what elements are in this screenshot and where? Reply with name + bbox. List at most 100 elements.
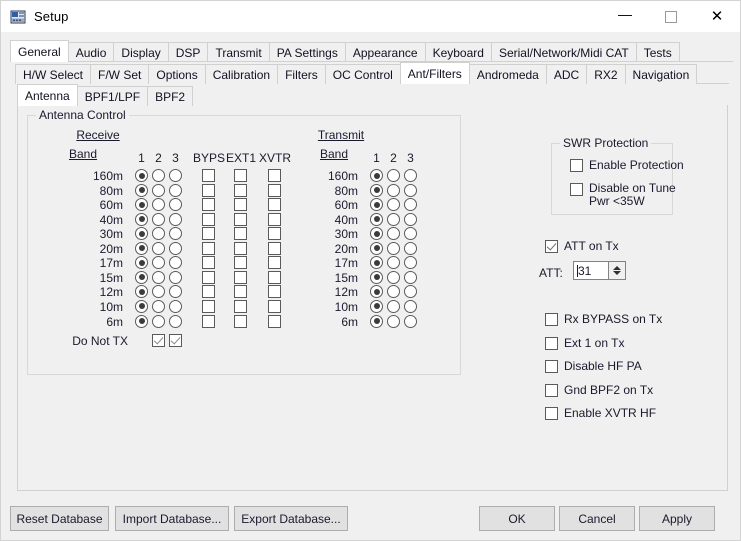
transmit-antenna-radio[interactable] [404, 285, 417, 299]
receive-byps-checkbox[interactable] [202, 299, 215, 313]
receive-antenna-radio[interactable] [169, 299, 182, 313]
receive-byps-checkbox[interactable] [202, 198, 215, 212]
receive-ext1-checkbox[interactable] [234, 183, 247, 197]
tab-oc-control[interactable]: OC Control [324, 64, 401, 84]
transmit-antenna-radio[interactable] [404, 241, 417, 255]
transmit-antenna-radio[interactable] [404, 299, 417, 313]
transmit-antenna-radio[interactable] [370, 314, 383, 328]
receive-byps-checkbox[interactable] [202, 227, 215, 241]
tab-calibration[interactable]: Calibration [204, 64, 279, 84]
receive-ext1-checkbox[interactable] [234, 227, 247, 241]
receive-antenna-radio[interactable] [135, 256, 148, 270]
receive-antenna-radio[interactable] [169, 212, 182, 226]
receive-antenna-radio[interactable] [135, 314, 148, 328]
receive-antenna-radio[interactable] [169, 183, 182, 197]
tab-appearance[interactable]: Appearance [344, 42, 426, 62]
transmit-antenna-radio[interactable] [404, 212, 417, 226]
receive-ext1-checkbox[interactable] [234, 198, 247, 212]
transmit-antenna-radio[interactable] [404, 256, 417, 270]
tab-general[interactable]: General [10, 40, 69, 62]
att-on-tx-checkbox[interactable]: ATT on Tx [545, 239, 619, 253]
tab-filters[interactable]: Filters [277, 64, 326, 84]
minimize-button[interactable]: — [602, 1, 648, 32]
receive-byps-checkbox[interactable] [202, 314, 215, 328]
tab-serial-network-midi-cat[interactable]: Serial/Network/Midi CAT [490, 42, 637, 62]
transmit-antenna-radio[interactable] [387, 198, 400, 212]
tab-rx2[interactable]: RX2 [586, 64, 626, 84]
tab-pa-settings[interactable]: PA Settings [268, 42, 346, 62]
close-button[interactable]: ✕ [694, 1, 740, 32]
receive-byps-checkbox[interactable] [202, 212, 215, 226]
disable-on-tune-checkbox[interactable]: Disable on Tune Pwr <35W [570, 182, 676, 208]
receive-antenna-radio[interactable] [169, 256, 182, 270]
transmit-antenna-radio[interactable] [370, 299, 383, 313]
receive-antenna-radio[interactable] [152, 299, 165, 313]
tab-andromeda[interactable]: Andromeda [468, 64, 547, 84]
receive-antenna-radio[interactable] [135, 227, 148, 241]
receive-ext1-checkbox[interactable] [234, 241, 247, 255]
transmit-antenna-radio[interactable] [370, 198, 383, 212]
export-database-button[interactable]: Export Database... [234, 506, 348, 531]
att-spinner[interactable] [609, 261, 626, 280]
receive-xvtr-checkbox[interactable] [268, 299, 281, 313]
tab-transmit[interactable]: Transmit [207, 42, 270, 62]
tab-dsp[interactable]: DSP [167, 42, 209, 62]
receive-xvtr-checkbox[interactable] [268, 227, 281, 241]
receive-antenna-radio[interactable] [169, 314, 182, 328]
receive-antenna-radio[interactable] [152, 256, 165, 270]
receive-xvtr-checkbox[interactable] [268, 256, 281, 270]
receive-antenna-radio[interactable] [152, 285, 165, 299]
receive-ext1-checkbox[interactable] [234, 212, 247, 226]
tab-f-w-set[interactable]: F/W Set [90, 64, 150, 84]
tx-option-checkbox[interactable]: Enable XVTR HF [545, 406, 656, 421]
tx-option-checkbox[interactable]: Rx BYPASS on Tx [545, 312, 662, 326]
att-input[interactable]: 31 [573, 261, 609, 280]
receive-ext1-checkbox[interactable] [234, 314, 247, 328]
transmit-antenna-radio[interactable] [404, 270, 417, 284]
tab-options[interactable]: Options [148, 64, 206, 84]
receive-xvtr-checkbox[interactable] [268, 169, 281, 182]
receive-antenna-radio[interactable] [169, 285, 182, 299]
receive-ext1-checkbox[interactable] [234, 299, 247, 313]
tab-display[interactable]: Display [113, 42, 169, 62]
tab-antenna[interactable]: Antenna [17, 84, 78, 106]
tab-bpf2[interactable]: BPF2 [147, 86, 194, 106]
receive-antenna-radio[interactable] [135, 198, 148, 212]
apply-button[interactable]: Apply [639, 506, 715, 531]
do-not-tx-checkbox[interactable] [152, 334, 165, 348]
transmit-antenna-radio[interactable] [387, 169, 400, 182]
receive-xvtr-checkbox[interactable] [268, 212, 281, 226]
transmit-antenna-radio[interactable] [370, 183, 383, 197]
transmit-antenna-radio[interactable] [404, 169, 417, 182]
transmit-antenna-radio[interactable] [387, 227, 400, 241]
transmit-antenna-radio[interactable] [370, 241, 383, 255]
receive-antenna-radio[interactable] [169, 241, 182, 255]
transmit-antenna-radio[interactable] [387, 314, 400, 328]
receive-ext1-checkbox[interactable] [234, 285, 247, 299]
receive-byps-checkbox[interactable] [202, 183, 215, 197]
reset-database-button[interactable]: Reset Database [10, 506, 109, 531]
transmit-antenna-radio[interactable] [387, 285, 400, 299]
receive-antenna-radio[interactable] [152, 212, 165, 226]
maximize-button[interactable] [648, 1, 694, 32]
receive-antenna-radio[interactable] [169, 270, 182, 284]
receive-antenna-radio[interactable] [169, 227, 182, 241]
receive-antenna-radio[interactable] [169, 169, 182, 182]
receive-antenna-radio[interactable] [135, 270, 148, 284]
tab-tests[interactable]: Tests [635, 42, 680, 62]
transmit-antenna-radio[interactable] [370, 270, 383, 284]
transmit-antenna-radio[interactable] [370, 169, 383, 182]
receive-antenna-radio[interactable] [152, 314, 165, 328]
receive-ext1-checkbox[interactable] [234, 169, 247, 182]
import-database-button[interactable]: Import Database... [115, 506, 229, 531]
transmit-antenna-radio[interactable] [387, 270, 400, 284]
tab-ant-filters[interactable]: Ant/Filters [399, 62, 470, 84]
transmit-antenna-radio[interactable] [387, 241, 400, 255]
receive-xvtr-checkbox[interactable] [268, 270, 281, 284]
receive-antenna-radio[interactable] [135, 285, 148, 299]
transmit-antenna-radio[interactable] [370, 227, 383, 241]
transmit-antenna-radio[interactable] [404, 183, 417, 197]
tab-adc[interactable]: ADC [545, 64, 588, 84]
receive-byps-checkbox[interactable] [202, 241, 215, 255]
transmit-antenna-radio[interactable] [387, 256, 400, 270]
